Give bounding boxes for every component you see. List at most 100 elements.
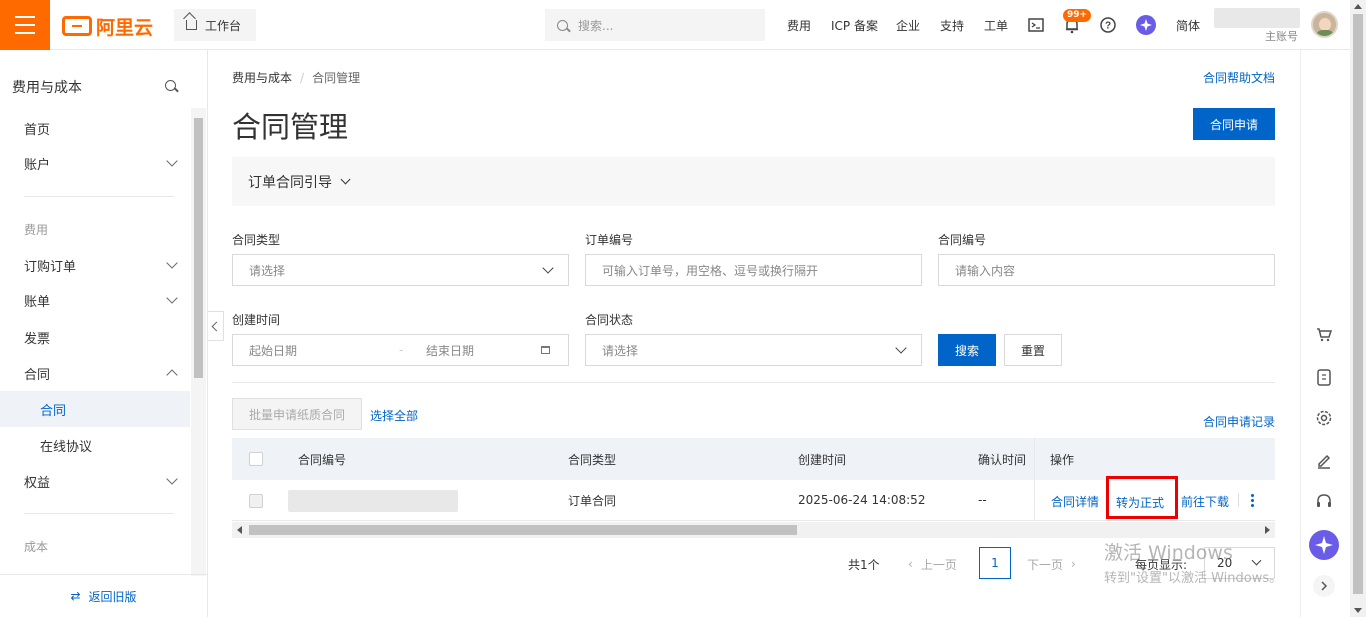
sidebar-item-rights[interactable]: 权益 [0, 463, 190, 499]
input-placeholder: 可输入订单号，用空格、逗号或换行隔开 [602, 263, 819, 278]
col-confirmed-time: 确认时间 [978, 452, 1027, 467]
contract-type-select[interactable]: 请选择 [232, 254, 569, 286]
gear-icon[interactable] [1311, 405, 1337, 431]
sidebar-divider [24, 196, 174, 197]
chevron-down-icon [895, 342, 907, 354]
prev-page-button[interactable]: ‹ 上一页 [908, 548, 957, 580]
chevron-down-icon [166, 155, 178, 167]
scroll-right-arrow-icon[interactable] [1265, 526, 1270, 534]
collapse-sidebar-button[interactable] [208, 311, 224, 341]
sidebar-item-label: 在线协议 [40, 439, 93, 455]
chevron-down-icon [340, 174, 351, 185]
batch-apply-paper-contract-button[interactable]: 批量申请纸质合同 [232, 398, 362, 430]
windows-activation-watermark: 激活 Windows 转到"设置"以激活 Windows。 [1104, 538, 1282, 586]
search-icon [557, 19, 568, 31]
contract-status-select[interactable]: 请选择 [585, 334, 922, 366]
order-contract-guide-toggle[interactable]: 订单合同引导 [232, 157, 1275, 206]
aliyun-logo[interactable]: 阿里云 [62, 14, 153, 39]
col-contract-type: 合同类型 [568, 452, 617, 467]
select-all-checkbox[interactable] [249, 452, 263, 466]
top-bar: 阿里云 工作台 搜索... 费用 ICP 备案 企业 支持 工单 99+ ? 简… [0, 0, 1366, 50]
ai-assistant-icon[interactable] [1309, 530, 1339, 560]
sidebar-item-label: 发票 [24, 331, 51, 347]
cell-created-time: 2025-06-24 14:08:52 [798, 493, 926, 507]
workbench-button[interactable]: 工作台 [174, 9, 256, 41]
contract-apply-records-link[interactable]: 合同申请记录 [1203, 413, 1275, 430]
sidebar-scrollbar[interactable] [191, 108, 206, 576]
select-all-link[interactable]: 选择全部 [370, 407, 418, 424]
sidebar-group-label: 费用 [24, 222, 49, 237]
contract-detail-link[interactable]: 合同详情 [1051, 493, 1099, 510]
svg-text:?: ? [1105, 21, 1111, 32]
sidebar-item-contract[interactable]: 合同 [0, 355, 190, 391]
expand-right-icon[interactable] [1311, 573, 1337, 599]
nav-icp[interactable]: ICP 备案 [831, 0, 878, 50]
sidebar-item-label: 账单 [24, 294, 51, 310]
edit-icon[interactable] [1311, 447, 1337, 473]
sidebar-item-invoice[interactable]: 发票 [0, 319, 190, 355]
sidebar-item-bills[interactable]: 账单 [0, 282, 190, 318]
terminal-icon[interactable] [1027, 16, 1045, 34]
contract-help-doc-link[interactable]: 合同帮助文档 [1203, 69, 1275, 86]
next-page-button[interactable]: 下一页 › [1027, 548, 1076, 580]
sidebar-item-label: 账户 [24, 157, 51, 173]
page-title: 合同管理 [232, 110, 349, 144]
sidebar-item-home[interactable]: 首页 [0, 110, 190, 146]
more-options-icon[interactable] [1251, 494, 1254, 507]
nav-enterprise[interactable]: 企业 [896, 0, 920, 50]
scroll-left-arrow-icon[interactable] [237, 526, 242, 534]
help-icon[interactable]: ? [1099, 16, 1117, 34]
breadcrumb-root[interactable]: 费用与成本 [232, 71, 292, 85]
scroll-up-arrow-icon[interactable] [1354, 4, 1362, 9]
nav-ticket[interactable]: 工单 [984, 0, 1008, 50]
billing-icon[interactable] [1311, 364, 1337, 390]
sidebar-subitem-contract[interactable]: 合同 [0, 391, 190, 427]
order-no-input[interactable]: 可输入订单号，用空格、逗号或换行隔开 [585, 254, 922, 286]
avatar[interactable] [1311, 11, 1338, 38]
contract-apply-button[interactable]: 合同申请 [1193, 108, 1275, 140]
account-type: 主账号 [1265, 30, 1298, 43]
end-date-placeholder[interactable]: 结束日期 [426, 342, 474, 359]
aliyun-logo-mark [62, 16, 92, 36]
chevron-up-icon [166, 369, 178, 381]
page-vertical-scrollbar[interactable] [1350, 0, 1366, 617]
table-horizontal-scrollbar[interactable] [232, 522, 1275, 538]
go-download-link[interactable]: 前往下载 [1181, 493, 1229, 510]
cart-icon[interactable] [1311, 321, 1337, 347]
headset-icon[interactable] [1311, 489, 1337, 515]
workbench-label: 工作台 [205, 18, 242, 33]
order-no-label: 订单编号 [585, 233, 634, 247]
row-checkbox[interactable] [249, 494, 263, 508]
start-date-placeholder[interactable]: 起始日期 [249, 342, 297, 359]
nav-support[interactable]: 支持 [940, 0, 964, 50]
search-placeholder: 搜索... [578, 18, 614, 33]
sidebar-subitem-online-agreement[interactable]: 在线协议 [0, 427, 190, 463]
menu-icon[interactable] [0, 0, 50, 50]
global-search-input[interactable]: 搜索... [545, 9, 765, 41]
ai-assistant-icon[interactable] [1136, 15, 1156, 35]
sidebar-search-icon[interactable] [165, 80, 176, 91]
contract-no-input[interactable]: 请输入内容 [938, 254, 1275, 286]
cell-contract-type: 订单合同 [568, 493, 617, 508]
scroll-down-arrow-icon[interactable] [1354, 608, 1362, 613]
nav-fees[interactable]: 费用 [787, 0, 811, 50]
sidebar-item-account[interactable]: 账户 [0, 145, 190, 181]
sidebar: 费用与成本 首页 账户 费用 订购订单 账单 发票 合同 合同 在线协议 权益 … [0, 50, 208, 617]
date-separator: - [399, 343, 404, 357]
account-name-blurred [1214, 8, 1300, 28]
notification-badge: 99+ [1063, 9, 1092, 22]
watermark-line2: 转到"设置"以激活 Windows。 [1104, 571, 1283, 586]
col-contract-no: 合同编号 [298, 452, 347, 467]
language-switch[interactable]: 简体 [1176, 0, 1200, 50]
created-time-range-picker[interactable]: 起始日期 - 结束日期 [232, 334, 569, 366]
page-1-button[interactable]: 1 [979, 547, 1011, 579]
sidebar-title: 费用与成本 [12, 80, 82, 96]
search-button[interactable]: 搜索 [938, 334, 996, 366]
contract-type-label: 合同类型 [232, 233, 281, 247]
sidebar-divider [24, 513, 174, 514]
reset-button[interactable]: 重置 [1004, 334, 1062, 366]
sidebar-item-label: 首页 [24, 122, 51, 138]
calendar-icon [541, 346, 550, 354]
sidebar-item-orders[interactable]: 订购订单 [0, 247, 190, 283]
back-to-old-version-link[interactable]: ⇄ 返回旧版 [0, 574, 207, 617]
